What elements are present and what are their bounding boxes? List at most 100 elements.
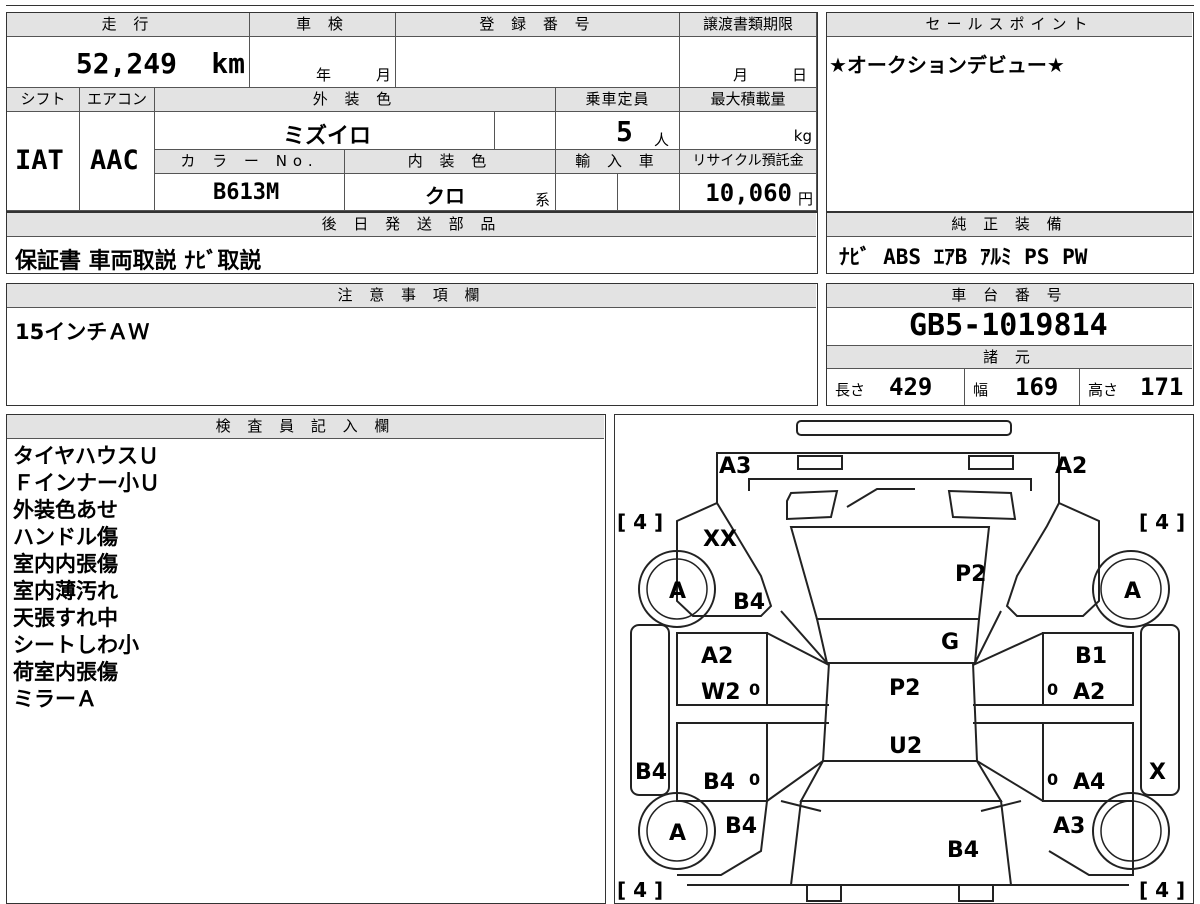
chassis-header: 車 台 番 号 bbox=[827, 284, 1192, 308]
mileage-header: 走 行 bbox=[7, 13, 250, 37]
spec-length: 長さ 429 bbox=[827, 369, 965, 405]
shift-cell: IAT bbox=[7, 112, 80, 211]
mark-b4-trunk: B4 bbox=[947, 838, 979, 863]
mark-a2-door: A2 bbox=[701, 644, 733, 669]
registration-header: 登 録 番 号 bbox=[396, 13, 680, 37]
wheel-fl-mark: A bbox=[669, 579, 686, 604]
capacity-cell: 5 人 bbox=[556, 112, 680, 150]
mark-g: G bbox=[941, 630, 959, 655]
mark-a4: A4 bbox=[1073, 770, 1105, 795]
recycle-unit: 円 bbox=[797, 190, 813, 208]
sales-point-box: セールスポイント ★オークションデビュー★ bbox=[826, 12, 1194, 212]
transfer-cell: 月 日 bbox=[680, 37, 817, 88]
maxload-header: 最大積載量 bbox=[680, 88, 817, 112]
tire-fr: [ 4 ] bbox=[1139, 510, 1185, 534]
rear-window bbox=[799, 760, 1003, 802]
mileage-unit: km bbox=[211, 47, 245, 80]
inspector-note: Ｆインナー小Ｕ bbox=[13, 471, 160, 495]
tire-rr: [ 4 ] bbox=[1139, 878, 1185, 902]
inspector-notes: タイヤハウスＵ Ｆインナー小Ｕ 外装色あせ ハンドル傷 室内内張傷 室内薄汚れ … bbox=[13, 443, 160, 713]
inspector-note: シートしわ小 bbox=[13, 633, 139, 657]
mileage-cell: 52,249 km bbox=[7, 37, 250, 88]
recycle-value: 10,060 bbox=[705, 179, 792, 207]
inspector-note: 荷室内張傷 bbox=[13, 660, 118, 684]
sales-point-header: セールスポイント bbox=[827, 13, 1192, 37]
chassis-box: 車 台 番 号 GB5-1019814 諸 元 長さ 429 幅 169 高さ … bbox=[826, 283, 1194, 406]
capacity-header: 乗車定員 bbox=[556, 88, 680, 112]
length-label: 長さ bbox=[835, 381, 866, 399]
maxload-unit: kg bbox=[793, 127, 812, 145]
mark-b1: B1 bbox=[1075, 644, 1107, 669]
int-color-suffix: 系 bbox=[535, 191, 551, 209]
inspector-note: タイヤハウスＵ bbox=[13, 444, 159, 468]
shaken-cell: 年 月 bbox=[250, 37, 396, 88]
inspector-note: 外装色あせ bbox=[13, 498, 118, 522]
shaken-year-unit: 年 bbox=[316, 66, 332, 84]
ext-color-cell: ミズイロ bbox=[155, 112, 495, 150]
transfer-day-unit: 日 bbox=[792, 66, 808, 84]
recycle-cell: 10,060 円 bbox=[680, 174, 817, 211]
zero-mark: 0 bbox=[749, 770, 760, 789]
int-color-cell: クロ 系 bbox=[345, 174, 556, 211]
spec-table: 走 行 車 検 登 録 番 号 譲渡書類期限 52,249 km 年 月 月 日… bbox=[6, 12, 818, 212]
mark-a3-rear-right: A3 bbox=[1053, 814, 1085, 839]
color-no-value: B613M bbox=[213, 180, 280, 205]
zero-mark: 0 bbox=[1047, 680, 1058, 699]
later-parts-value: 保証書 車両取説 ﾅﾋﾞ取説 bbox=[15, 249, 262, 274]
mark-a2-front: A2 bbox=[1055, 454, 1087, 479]
mark-b4-fender: B4 bbox=[733, 590, 765, 615]
recycle-header: リサイクル預託金 bbox=[680, 150, 817, 174]
rear-lamp-left bbox=[806, 884, 842, 902]
wheel-fr-mark: A bbox=[1124, 579, 1141, 604]
rear-lamp-right bbox=[958, 884, 994, 902]
headlight-left bbox=[797, 455, 843, 470]
inspector-note: 室内内張傷 bbox=[13, 552, 118, 576]
later-parts-header: 後 日 発 送 部 品 bbox=[7, 213, 816, 237]
zero-mark: 0 bbox=[1047, 770, 1058, 789]
color-no-cell: B613M bbox=[155, 174, 345, 211]
top-strip bbox=[6, 0, 1194, 6]
inspector-note: 天張すれ中 bbox=[13, 606, 118, 630]
mark-w2: W2 bbox=[701, 680, 741, 705]
tire-rl: [ 4 ] bbox=[617, 878, 663, 902]
mark-x: X bbox=[1149, 760, 1166, 785]
height-label: 高さ bbox=[1088, 381, 1119, 399]
int-color-value: クロ bbox=[425, 184, 465, 208]
sales-point-value: ★オークションデビュー★ bbox=[829, 53, 1065, 77]
ext-color-extra bbox=[495, 112, 556, 150]
mark-p2-roof: P2 bbox=[889, 676, 920, 701]
maxload-cell: kg bbox=[680, 112, 817, 150]
mark-u2: U2 bbox=[889, 734, 922, 759]
equipment-value: ﾅﾋﾞ ABS ｴｱB ｱﾙﾐ PS PW bbox=[839, 245, 1088, 269]
ac-value: AAC bbox=[90, 145, 139, 176]
capacity-value: 5 bbox=[616, 115, 633, 148]
mark-b4-rear-left: B4 bbox=[725, 814, 757, 839]
spec-height: 高さ 171 bbox=[1080, 369, 1192, 405]
inspector-box: 検 査 員 記 入 欄 タイヤハウスＵ Ｆインナー小Ｕ 外装色あせ ハンドル傷 … bbox=[6, 414, 606, 904]
mark-b4-sill: B4 bbox=[635, 760, 667, 785]
mark-p2-hood: P2 bbox=[955, 562, 986, 587]
equipment-box: 純 正 装 備 ﾅﾋﾞ ABS ｴｱB ｱﾙﾐ PS PW bbox=[826, 212, 1194, 274]
int-color-header: 内 装 色 bbox=[345, 150, 556, 174]
mark-b4-rear-door: B4 bbox=[703, 770, 735, 795]
width-value: 169 bbox=[1015, 373, 1059, 401]
caution-value: 15インチＡＷ bbox=[15, 320, 150, 344]
tire-fl: [ 4 ] bbox=[617, 510, 663, 534]
shift-header: シフト bbox=[7, 88, 80, 112]
inspector-note: 室内薄汚れ bbox=[13, 579, 118, 603]
later-parts-box: 後 日 発 送 部 品 保証書 車両取説 ﾅﾋﾞ取説 bbox=[6, 212, 818, 274]
inspector-note: ミラーＡ bbox=[13, 687, 97, 711]
damage-diagram-box: [ 4 ] [ 4 ] [ 4 ] [ 4 ] A A A A3 A2 XX P… bbox=[614, 414, 1194, 904]
capacity-unit: 人 bbox=[654, 131, 670, 149]
import-cell-b bbox=[618, 174, 680, 211]
specs-header: 諸 元 bbox=[827, 345, 1192, 369]
front-fender-right bbox=[1005, 501, 1100, 617]
headlight-right bbox=[968, 455, 1014, 470]
width-label: 幅 bbox=[973, 381, 989, 399]
wheel-rr-outer bbox=[1092, 792, 1170, 870]
wiper-line bbox=[846, 488, 915, 508]
front-bumper bbox=[796, 420, 1012, 436]
ext-color-value: ミズイロ bbox=[283, 124, 372, 149]
shaken-month-unit: 月 bbox=[376, 66, 392, 84]
mark-a3-front: A3 bbox=[719, 454, 751, 479]
